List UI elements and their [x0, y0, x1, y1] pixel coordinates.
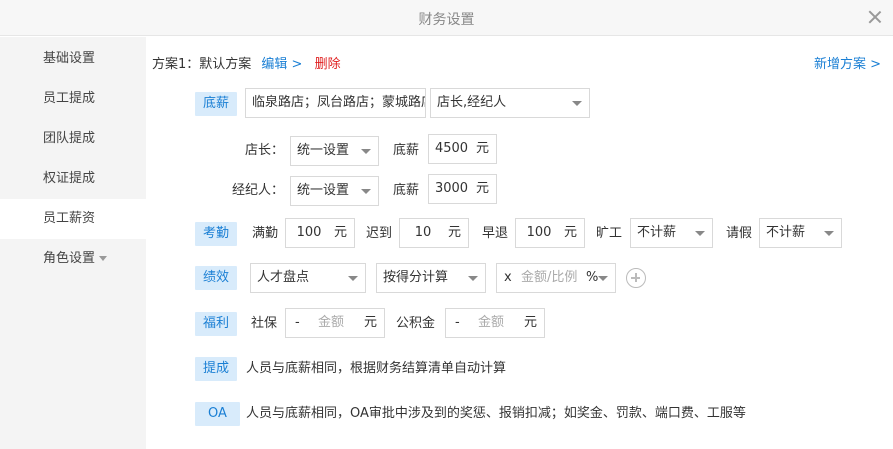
amount-placeholder: 金额: [478, 315, 505, 330]
unit-label: %: [586, 270, 599, 285]
welfare-tag: 福利: [195, 312, 238, 336]
sidebar-item-team-commission[interactable]: 团队提成: [0, 119, 146, 159]
sidebar-item-label: 员工提成: [43, 91, 96, 106]
delete-plan-link[interactable]: 删除: [315, 57, 341, 72]
chevron-down-icon: [99, 256, 108, 261]
unit-label: 元: [363, 315, 377, 330]
manager-salary-input[interactable]: 4500 元: [428, 134, 497, 164]
sidebar-item-role-settings[interactable]: 角色设置: [0, 239, 146, 279]
chevron-down-icon: [695, 231, 705, 236]
performance-type-select[interactable]: 人才盘点: [250, 263, 366, 293]
sidebar-item-staff-salary[interactable]: 员工薪资: [0, 199, 146, 239]
dash-label: -: [295, 315, 300, 330]
early-leave-value: 100: [526, 225, 552, 240]
manager-salary-label: 底薪: [393, 143, 420, 158]
full-attendance-input[interactable]: 100 元: [285, 218, 355, 248]
unit-label: 元: [475, 181, 489, 196]
multiplier-label: x: [504, 270, 512, 285]
unit-label: 元: [475, 141, 489, 156]
agent-salary-input[interactable]: 3000 元: [428, 174, 497, 204]
performance-type-value: 人才盘点: [257, 270, 310, 285]
sidebar-item-staff-commission[interactable]: 员工提成: [0, 79, 146, 119]
chevron-down-icon: [361, 189, 371, 194]
sidebar-item-label: 基础设置: [43, 51, 96, 66]
late-input[interactable]: 10 元: [399, 218, 469, 248]
leave-label: 请假: [726, 226, 753, 241]
absent-select[interactable]: 不计薪: [630, 218, 713, 248]
late-value: 10: [414, 225, 432, 240]
title-bar: 财务设置: [0, 0, 893, 36]
late-label: 迟到: [366, 226, 393, 241]
close-icon[interactable]: [867, 9, 883, 25]
manager-mode-select[interactable]: 统一设置: [290, 136, 379, 166]
oa-tag: OA: [195, 402, 240, 426]
chevron-down-icon: [361, 149, 371, 154]
commission-tag: 提成: [195, 357, 238, 381]
chevron-down-icon: [572, 101, 582, 106]
performance-amount-input[interactable]: x 金额/比例 %: [496, 263, 616, 293]
add-plan-link[interactable]: 新增方案 >: [814, 53, 881, 72]
sidebar-item-label: 角色设置: [43, 251, 96, 266]
attendance-tag: 考勤: [195, 222, 238, 246]
unit-label: 元: [333, 225, 347, 240]
sidebar-item-label: 团队提成: [43, 131, 96, 146]
sidebar-item-label: 员工薪资: [43, 211, 96, 226]
add-performance-icon[interactable]: [626, 268, 646, 288]
leave-select[interactable]: 不计薪: [759, 218, 842, 248]
plan-header: 方案1：默认方案 编辑 > 删除: [152, 53, 341, 72]
housing-fund-label: 公积金: [396, 316, 436, 331]
agent-label: 经纪人：: [232, 183, 285, 198]
dash-label: -: [455, 315, 460, 330]
full-attendance-label: 满勤: [252, 226, 279, 241]
oa-description: 人员与底薪相同，OA审批中涉及到的奖惩、报销扣减；如奖金、罚款、端口费、工服等: [246, 406, 746, 421]
unit-label: 元: [523, 315, 537, 330]
chevron-down-icon[interactable]: [598, 276, 608, 281]
manager-label: 店长：: [245, 143, 285, 158]
chevron-down-icon: [348, 276, 358, 281]
amount-placeholder: 金额: [318, 315, 345, 330]
role-select-value: 店长,经纪人: [437, 95, 507, 110]
window-title: 财务设置: [418, 12, 475, 28]
edit-plan-link[interactable]: 编辑 >: [261, 57, 302, 72]
performance-tag: 绩效: [195, 266, 238, 290]
sidebar: 基础设置 员工提成 团队提成 权证提成 员工薪资 角色设置: [0, 37, 146, 449]
performance-calc-select[interactable]: 按得分计算: [376, 263, 486, 293]
amount-placeholder: 金额/比例: [521, 270, 578, 285]
manager-salary-value: 4500: [434, 141, 469, 156]
chevron-down-icon: [824, 231, 834, 236]
sidebar-item-basic-settings[interactable]: 基础设置: [0, 39, 146, 79]
absent-label: 旷工: [596, 226, 623, 241]
housing-fund-input[interactable]: - 金额 元: [445, 308, 545, 338]
unit-label: 元: [447, 225, 461, 240]
agent-salary-label: 底薪: [393, 183, 420, 198]
early-leave-input[interactable]: 100 元: [515, 218, 585, 248]
role-select[interactable]: 店长,经纪人: [430, 88, 590, 118]
agent-mode-value: 统一设置: [297, 183, 350, 198]
commission-description: 人员与底薪相同，根据财务结算清单自动计算: [246, 361, 507, 376]
full-attendance-value: 100: [296, 225, 322, 240]
social-insurance-input[interactable]: - 金额 元: [285, 308, 385, 338]
unit-label: 元: [563, 225, 577, 240]
agent-salary-value: 3000: [434, 181, 469, 196]
main-panel: 方案1：默认方案 编辑 > 删除 新增方案 > 底薪 临泉路店；凤台路店；蒙城路…: [146, 37, 893, 449]
performance-calc-value: 按得分计算: [383, 270, 449, 285]
store-select-value: 临泉路店；凤台路店；蒙城路店: [252, 95, 426, 110]
early-leave-label: 早退: [482, 226, 509, 241]
agent-mode-select[interactable]: 统一设置: [290, 176, 379, 206]
chevron-down-icon: [468, 276, 478, 281]
absent-value: 不计薪: [637, 225, 677, 240]
sidebar-item-label: 权证提成: [43, 171, 96, 186]
store-select[interactable]: 临泉路店；凤台路店；蒙城路店: [245, 88, 426, 118]
plan-name: 方案1：默认方案: [152, 57, 252, 72]
base-salary-tag: 底薪: [195, 92, 238, 116]
leave-value: 不计薪: [766, 225, 806, 240]
sidebar-item-warrant-commission[interactable]: 权证提成: [0, 159, 146, 199]
social-insurance-label: 社保: [251, 316, 278, 331]
manager-mode-value: 统一设置: [297, 143, 350, 158]
